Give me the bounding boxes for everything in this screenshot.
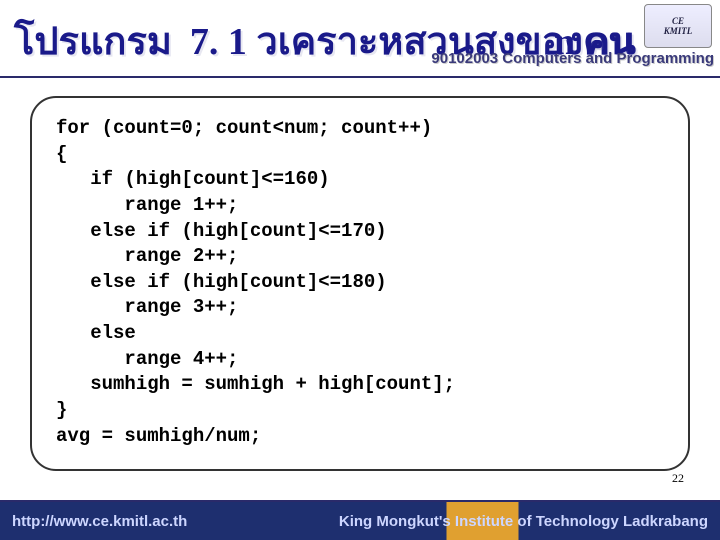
code-listing: for (count=0; count<num; count++) { if (… <box>30 96 690 471</box>
logo-bottom-text: KMITL <box>664 26 693 36</box>
course-code-line: 90102003 Computers and Programming <box>431 50 714 67</box>
footer-institution: King Mongkut's Institute of Technology L… <box>339 513 708 530</box>
footer-url: http://www.ce.kmitl.ac.th <box>12 513 187 530</box>
slide-number: 22 <box>672 471 684 486</box>
kmitl-logo: CE KMITL <box>644 4 712 48</box>
title-word-program: โปรแกรม <box>14 10 172 71</box>
slide-footer: http://www.ce.kmitl.ac.th King Mongkut's… <box>0 500 720 540</box>
slide-header: โปรแกรม 7. 1 วเคราะหสวนสงของคน n คน CE K… <box>0 0 720 78</box>
logo-top-text: CE <box>672 16 684 26</box>
